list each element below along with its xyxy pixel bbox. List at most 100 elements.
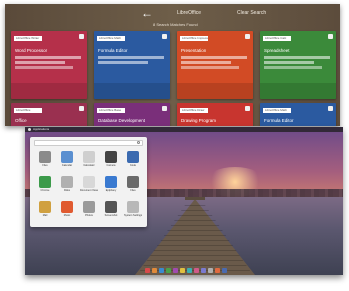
- card-tag: LibreOffice Math: [263, 108, 291, 113]
- app-icon: [127, 176, 139, 188]
- card-tag: LibreOffice Math: [97, 36, 125, 41]
- result-card[interactable]: LibreOffice Base Database Development: [94, 103, 170, 126]
- app-label: System Settings: [124, 214, 142, 217]
- pin-icon[interactable]: [245, 34, 250, 39]
- dock-app-icon[interactable]: [180, 268, 185, 273]
- dock-app-icon[interactable]: [222, 268, 227, 273]
- card-tag: LibreOffice: [14, 108, 42, 113]
- app-launcher: Files Calendar Calculator Camera Code Chrome D…: [30, 137, 147, 227]
- dock-app-icon[interactable]: [166, 268, 171, 273]
- app-icon: [39, 201, 51, 213]
- launcher-app[interactable]: Files: [36, 151, 54, 171]
- dock-app-icon[interactable]: [215, 268, 220, 273]
- app-label: Epiphany: [105, 189, 117, 192]
- dock-app-icon[interactable]: [159, 268, 164, 273]
- dock-app-icon[interactable]: [152, 268, 157, 273]
- pin-icon[interactable]: [328, 106, 333, 111]
- card-description-line: [15, 66, 73, 69]
- launcher-search-input[interactable]: [34, 140, 143, 146]
- card-name: Word Processor: [15, 48, 48, 53]
- dock-app-icon[interactable]: [173, 268, 178, 273]
- desktop-screenshot: Applications Files Calendar Calculator Came…: [25, 127, 343, 275]
- app-icon: [61, 176, 73, 188]
- result-card[interactable]: LibreOffice Calc Spreadsheet: [260, 31, 336, 99]
- card-description-line: [98, 61, 148, 64]
- dock-app-icon[interactable]: [145, 268, 150, 273]
- back-arrow-icon[interactable]: ←: [141, 7, 153, 19]
- app-label: Mail: [42, 214, 48, 217]
- launcher-app[interactable]: Chrome: [36, 176, 54, 196]
- search-title: LibreOffice: [177, 10, 202, 16]
- card-description-line: [264, 66, 322, 69]
- app-icon: [83, 176, 95, 188]
- card-name: Presentation: [181, 48, 207, 53]
- card-description-line: [264, 56, 330, 59]
- card-description-line: [15, 61, 65, 64]
- launcher-app[interactable]: Calculator: [80, 151, 98, 171]
- app-label: Screenshot: [104, 214, 118, 217]
- card-name: Formula Editor: [264, 118, 294, 123]
- result-card[interactable]: LibreOffice Math Formula Editor: [94, 31, 170, 99]
- applications-menu-icon[interactable]: [28, 128, 31, 131]
- card-name: Database Development: [98, 118, 146, 123]
- launcher-app[interactable]: Code: [124, 151, 142, 171]
- card-tag: LibreOffice Calc: [263, 36, 291, 41]
- card-description-line: [181, 66, 239, 69]
- result-card[interactable]: LibreOffice Writer Word Processor: [11, 31, 87, 99]
- card-name: Formula Editor: [98, 48, 128, 53]
- launcher-app[interactable]: Disks: [58, 176, 76, 196]
- app-icon: [61, 201, 73, 213]
- top-bar: ← LibreOffice Clear Search 8 Search Matc…: [5, 4, 340, 27]
- applications-menu-label[interactable]: Applications: [33, 127, 49, 132]
- app-label: Files: [42, 164, 48, 167]
- app-label: Code: [130, 164, 136, 167]
- card-description-line: [181, 56, 247, 59]
- dock-app-icon[interactable]: [208, 268, 213, 273]
- app-icon: [39, 176, 51, 188]
- app-icon: [83, 201, 95, 213]
- pin-icon[interactable]: [328, 34, 333, 39]
- launcher-app[interactable]: Screenshot: [102, 201, 120, 221]
- card-description-line: [264, 61, 314, 64]
- app-label: Document Viewer: [80, 189, 98, 192]
- launcher-app[interactable]: Photos: [80, 201, 98, 221]
- app-label: Music: [63, 214, 71, 217]
- pier-end: [185, 197, 205, 200]
- launcher-app[interactable]: Camera: [102, 151, 120, 171]
- result-card[interactable]: LibreOffice Math Formula Editor: [260, 103, 336, 126]
- pin-icon[interactable]: [79, 34, 84, 39]
- dock-app-icon[interactable]: [201, 268, 206, 273]
- launcher-app[interactable]: Epiphany: [102, 176, 120, 196]
- card-description-line: [181, 61, 231, 64]
- pin-icon[interactable]: [245, 106, 250, 111]
- clear-search-button[interactable]: Clear Search: [237, 10, 266, 16]
- pin-icon[interactable]: [162, 106, 167, 111]
- card-footer: [177, 83, 253, 99]
- top-panel: Applications: [25, 127, 343, 132]
- launcher-app[interactable]: Files: [124, 176, 142, 196]
- app-icon: [127, 151, 139, 163]
- result-card[interactable]: LibreOffice Draw Drawing Program: [177, 103, 253, 126]
- app-label: Camera: [106, 164, 116, 167]
- dock: [145, 268, 230, 275]
- launcher-app[interactable]: Music: [58, 201, 76, 221]
- pin-icon[interactable]: [162, 34, 167, 39]
- libreoffice-finder-screenshot: ← LibreOffice Clear Search 8 Search Matc…: [5, 4, 340, 126]
- card-tag: LibreOffice Draw: [180, 108, 208, 113]
- card-tag: LibreOffice Writer: [14, 36, 42, 41]
- result-card[interactable]: LibreOffice Impress Presentation: [177, 31, 253, 99]
- dock-app-icon[interactable]: [187, 268, 192, 273]
- card-footer: [11, 83, 87, 99]
- app-label: Chrome: [40, 189, 50, 192]
- pin-icon[interactable]: [79, 106, 84, 111]
- collage: ← LibreOffice Clear Search 8 Search Matc…: [0, 0, 349, 291]
- card-tag: LibreOffice Base: [97, 108, 125, 113]
- result-card[interactable]: LibreOffice Office: [11, 103, 87, 126]
- launcher-app[interactable]: Document Viewer: [80, 176, 98, 196]
- app-icon: [105, 151, 117, 163]
- app-label: Photos: [85, 214, 93, 217]
- launcher-app[interactable]: Calendar: [58, 151, 76, 171]
- launcher-app[interactable]: System Settings: [124, 201, 142, 221]
- dock-app-icon[interactable]: [194, 268, 199, 273]
- launcher-app[interactable]: Mail: [36, 201, 54, 221]
